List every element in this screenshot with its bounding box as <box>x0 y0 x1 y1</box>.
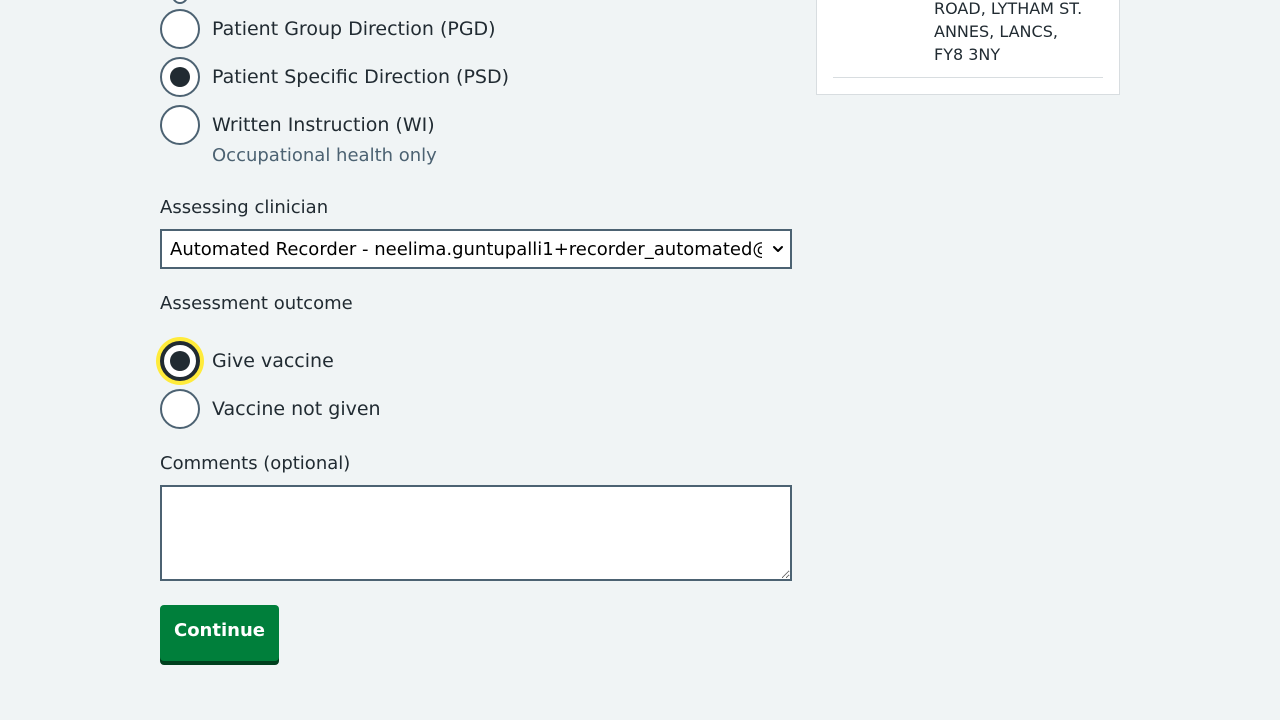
radio-option-psd[interactable]: Patient Specific Direction (PSD) <box>160 57 509 97</box>
radio-give-vaccine[interactable] <box>160 341 200 381</box>
radio-label-pgd: Patient Group Direction (PGD) <box>212 17 496 40</box>
comments-label: Comments (optional) <box>160 453 351 474</box>
assessment-outcome-label: Assessment outcome <box>160 293 353 314</box>
partial-radio-above[interactable] <box>172 0 188 4</box>
continue-button[interactable]: Continue <box>160 605 279 661</box>
radio-option-wi[interactable]: Written Instruction (WI) <box>160 105 435 145</box>
assessing-clinician-label: Assessing clinician <box>160 197 329 218</box>
radio-pgd[interactable] <box>160 9 200 49</box>
radio-option-give-vaccine[interactable]: Give vaccine <box>160 341 334 381</box>
assessing-clinician-select[interactable]: Automated Recorder - neelima.guntupalli1… <box>160 229 792 269</box>
radio-wi[interactable] <box>160 105 200 145</box>
address-line: FY8 3NY <box>934 45 1001 64</box>
radio-label-give-vaccine: Give vaccine <box>212 349 334 372</box>
radio-vaccine-not-given[interactable] <box>160 389 200 429</box>
patient-address: ROAD, LYTHAM ST. ANNES, LANCS, FY8 3NY <box>934 0 1082 66</box>
chevron-down-icon <box>773 246 783 252</box>
patient-details-card: ROAD, LYTHAM ST. ANNES, LANCS, FY8 3NY <box>816 0 1120 95</box>
radio-option-pgd[interactable]: Patient Group Direction (PGD) <box>160 9 496 49</box>
wi-hint: Occupational health only <box>212 145 437 166</box>
radio-label-psd: Patient Specific Direction (PSD) <box>212 65 510 88</box>
radio-psd[interactable] <box>160 57 200 97</box>
radio-label-vaccine-not-given: Vaccine not given <box>212 397 381 420</box>
radio-option-vaccine-not-given[interactable]: Vaccine not given <box>160 389 381 429</box>
address-line: ROAD, LYTHAM ST. <box>934 0 1083 18</box>
address-line: ANNES, LANCS, <box>934 22 1058 41</box>
divider <box>833 77 1103 78</box>
radio-label-wi: Written Instruction (WI) <box>212 113 435 136</box>
comments-textarea[interactable] <box>160 485 792 581</box>
assessing-clinician-value: Automated Recorder - neelima.guntupalli1… <box>170 238 762 260</box>
